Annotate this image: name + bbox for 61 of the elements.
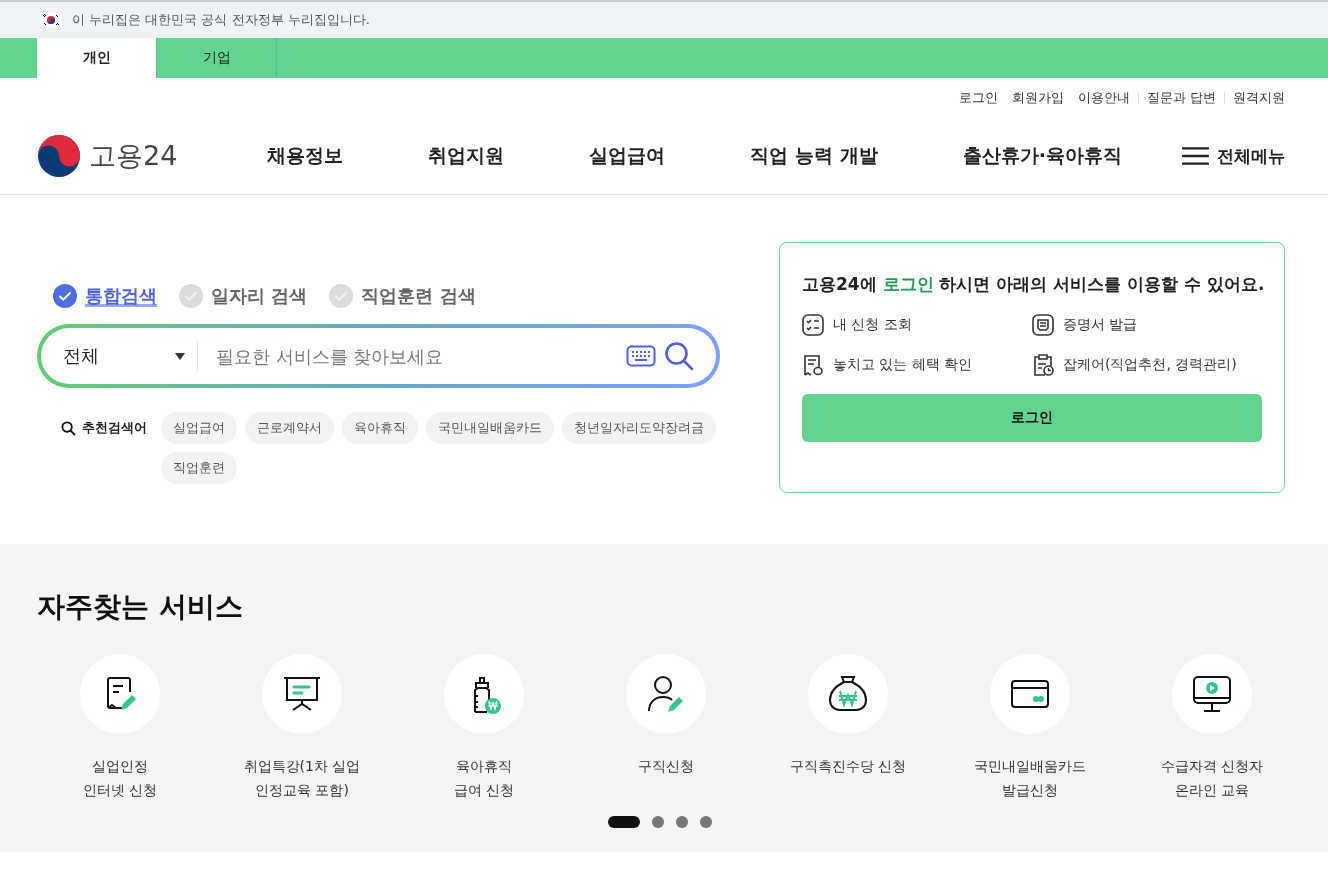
certificate-icon bbox=[1032, 314, 1054, 336]
person-pen-icon bbox=[646, 674, 686, 714]
keyword-chip[interactable]: 국민내일배움카드 bbox=[426, 412, 554, 444]
main-nav-link[interactable]: 실업급여 bbox=[589, 143, 666, 169]
service-item-label: 내 신청 조회 bbox=[833, 316, 912, 334]
checklist-icon bbox=[802, 314, 824, 336]
keyword-chip[interactable]: 육아휴직 bbox=[342, 412, 418, 444]
service-item-label: 증명서 발급 bbox=[1063, 316, 1138, 334]
keyword-chip[interactable]: 실업급여 bbox=[161, 412, 237, 444]
carousel-page-dot[interactable] bbox=[676, 816, 688, 828]
service-label[interactable]: 구직촉진수당 신청 bbox=[789, 754, 907, 778]
service-label[interactable]: 취업특강(1차 실업 인정교육 포함) bbox=[243, 754, 361, 802]
taegeuk-logo-icon bbox=[37, 134, 81, 178]
search-tab[interactable]: 일자리 검색 bbox=[179, 284, 308, 308]
login-card-heading: 고용24에 로그인 하시면 아래의 서비스를 이용할 수 있어요. bbox=[802, 273, 1262, 296]
search-field[interactable]: 전체 필요한 서비스를 찾아보세요 bbox=[37, 324, 720, 388]
monitor-play-icon bbox=[1192, 674, 1232, 714]
caret-icon bbox=[175, 352, 185, 360]
service-label[interactable]: 구직신청 bbox=[638, 754, 694, 778]
presentation-board-icon bbox=[282, 674, 322, 714]
receipt-icon bbox=[802, 354, 824, 376]
menu-icon bbox=[1182, 146, 1209, 166]
keyword-chip[interactable]: 직업훈련 bbox=[161, 452, 237, 484]
flag-icon bbox=[40, 12, 62, 28]
service-label[interactable]: 실업인정 인터넷 신청 bbox=[82, 754, 158, 802]
search-icon bbox=[61, 420, 76, 436]
search-tab[interactable]: 통합검색 bbox=[53, 284, 157, 308]
main-nav-link[interactable]: 채용정보 bbox=[267, 143, 343, 169]
utility-link[interactable]: 로그인 bbox=[958, 89, 998, 107]
all-menu-button[interactable]: 전체메뉴 bbox=[1182, 144, 1285, 168]
keyword-chip[interactable]: 근로계약서 bbox=[245, 412, 334, 444]
utility-link[interactable]: 이용안내 bbox=[1077, 89, 1130, 107]
service-label[interactable]: 육아휴직 급여 신청 bbox=[453, 754, 515, 802]
clipboard-clock-icon bbox=[1032, 354, 1054, 376]
service-label[interactable]: 수급자격 신청자 온라인 교육 bbox=[1160, 754, 1264, 802]
keyboard-icon[interactable] bbox=[626, 345, 656, 367]
recommended-label: 추천검색어 bbox=[82, 419, 147, 437]
search-tab[interactable]: 직업훈련 검색 bbox=[329, 284, 476, 308]
check-circle-icon bbox=[179, 284, 203, 308]
utility-link[interactable]: 회원가입 bbox=[1011, 89, 1064, 107]
service-label[interactable]: 국민내일배움카드 발급신청 bbox=[974, 754, 1086, 802]
utility-link[interactable]: 질문과 답변 bbox=[1146, 89, 1216, 107]
money-bag-icon bbox=[828, 674, 868, 714]
check-circle-icon bbox=[329, 284, 354, 308]
section-title: 자주찾는 서비스 bbox=[37, 589, 244, 625]
main-nav-link[interactable]: 직업 능력 개발 bbox=[750, 143, 878, 169]
carousel-page-dot[interactable] bbox=[652, 816, 664, 828]
utility-link[interactable]: 원격지원 bbox=[1233, 89, 1285, 107]
main-nav-link[interactable]: 취업지원 bbox=[428, 143, 505, 169]
check-circle-icon bbox=[53, 284, 77, 308]
carousel-page-dot[interactable] bbox=[700, 816, 712, 828]
service-item-label: 놓치고 있는 혜택 확인 bbox=[833, 356, 973, 374]
service-item-label: 잡케어(직업추천, 경력관리) bbox=[1063, 356, 1237, 374]
keyword-chip[interactable]: 청년일자리도약장려금 bbox=[562, 412, 716, 444]
gov-banner-text: 이 누리집은 대한민국 공식 전자정부 누리집입니다. bbox=[72, 11, 370, 29]
audience-tab[interactable]: 기업 bbox=[157, 38, 277, 78]
main-nav-link[interactable]: 출산휴가·육아휴직 bbox=[962, 143, 1122, 169]
search-icon[interactable] bbox=[664, 341, 694, 371]
login-button[interactable]: 로그인 bbox=[802, 394, 1262, 442]
logo-text[interactable]: 고용24 bbox=[89, 138, 178, 174]
audience-tab[interactable]: 개인 bbox=[37, 38, 157, 78]
